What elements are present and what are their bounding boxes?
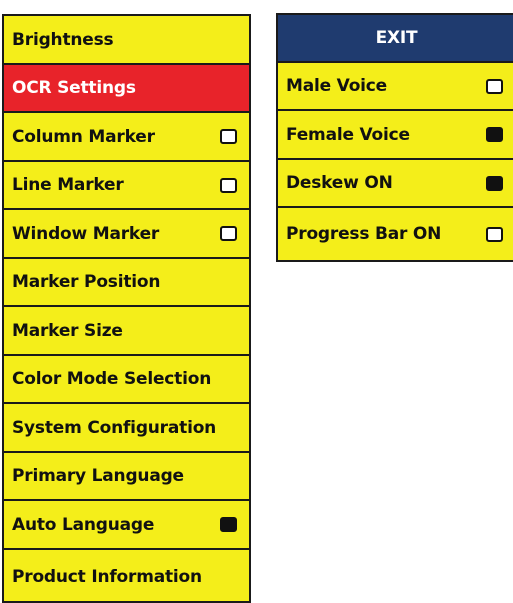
menu-item-deskew-on[interactable]: Deskew ON: [278, 160, 513, 208]
menu-item-label: OCR Settings: [12, 78, 136, 98]
menu-item-female-voice[interactable]: Female Voice: [278, 111, 513, 160]
menu-item-label: Color Mode Selection: [12, 369, 212, 389]
column-marker-checkbox[interactable]: [220, 129, 237, 144]
menu-item-product-information[interactable]: Product Information: [4, 550, 249, 603]
menu-item-label: Auto Language: [12, 514, 155, 535]
window-marker-checkbox[interactable]: [220, 226, 237, 241]
menu-item-brightness[interactable]: Brightness: [4, 16, 249, 65]
menu-item-color-mode-selection[interactable]: Color Mode Selection: [4, 356, 249, 404]
menu-item-label: Brightness: [12, 29, 114, 50]
menu-item-label: Window Marker: [12, 223, 160, 244]
menu-item-label: Marker Position: [12, 272, 161, 292]
menu-item-label: Column Marker: [12, 126, 155, 147]
menu-item-label: Male Voice: [286, 76, 388, 96]
menu-item-window-marker[interactable]: Window Marker: [4, 210, 249, 259]
menu-item-primary-language[interactable]: Primary Language: [4, 453, 249, 501]
menu-item-label: Female Voice: [286, 124, 410, 145]
menu-item-label: Progress Bar ON: [286, 224, 442, 244]
male-voice-checkbox[interactable]: [486, 78, 503, 94]
progress-bar-checkbox[interactable]: [486, 226, 503, 242]
menu-item-male-voice[interactable]: Male Voice: [278, 63, 513, 111]
exit-button[interactable]: EXIT: [278, 15, 513, 63]
exit-label: EXIT: [375, 28, 418, 48]
menu-item-auto-language[interactable]: Auto Language: [4, 501, 249, 550]
deskew-checkbox[interactable]: [486, 175, 503, 191]
menu-item-marker-size[interactable]: Marker Size: [4, 307, 249, 356]
menu-item-marker-position[interactable]: Marker Position: [4, 259, 249, 307]
main-menu: Brightness OCR Settings Column Marker Li…: [2, 14, 251, 603]
ocr-settings-submenu: EXIT Male Voice Female Voice Deskew ON P…: [276, 13, 513, 262]
menu-item-system-configuration[interactable]: System Configuration: [4, 404, 249, 453]
menu-item-label: Product Information: [12, 566, 202, 587]
menu-item-ocr-settings[interactable]: OCR Settings: [4, 65, 249, 113]
menu-item-label: Primary Language: [12, 466, 184, 486]
menu-item-line-marker[interactable]: Line Marker: [4, 162, 249, 210]
menu-item-label: Marker Size: [12, 320, 123, 341]
female-voice-checkbox[interactable]: [486, 127, 503, 142]
menu-item-label: Deskew ON: [286, 173, 393, 193]
line-marker-checkbox[interactable]: [220, 177, 237, 193]
menu-item-label: System Configuration: [12, 417, 217, 438]
menu-item-label: Line Marker: [12, 175, 124, 195]
auto-language-checkbox[interactable]: [220, 517, 237, 532]
menu-item-progress-bar-on[interactable]: Progress Bar ON: [278, 208, 513, 260]
menu-item-column-marker[interactable]: Column Marker: [4, 113, 249, 162]
